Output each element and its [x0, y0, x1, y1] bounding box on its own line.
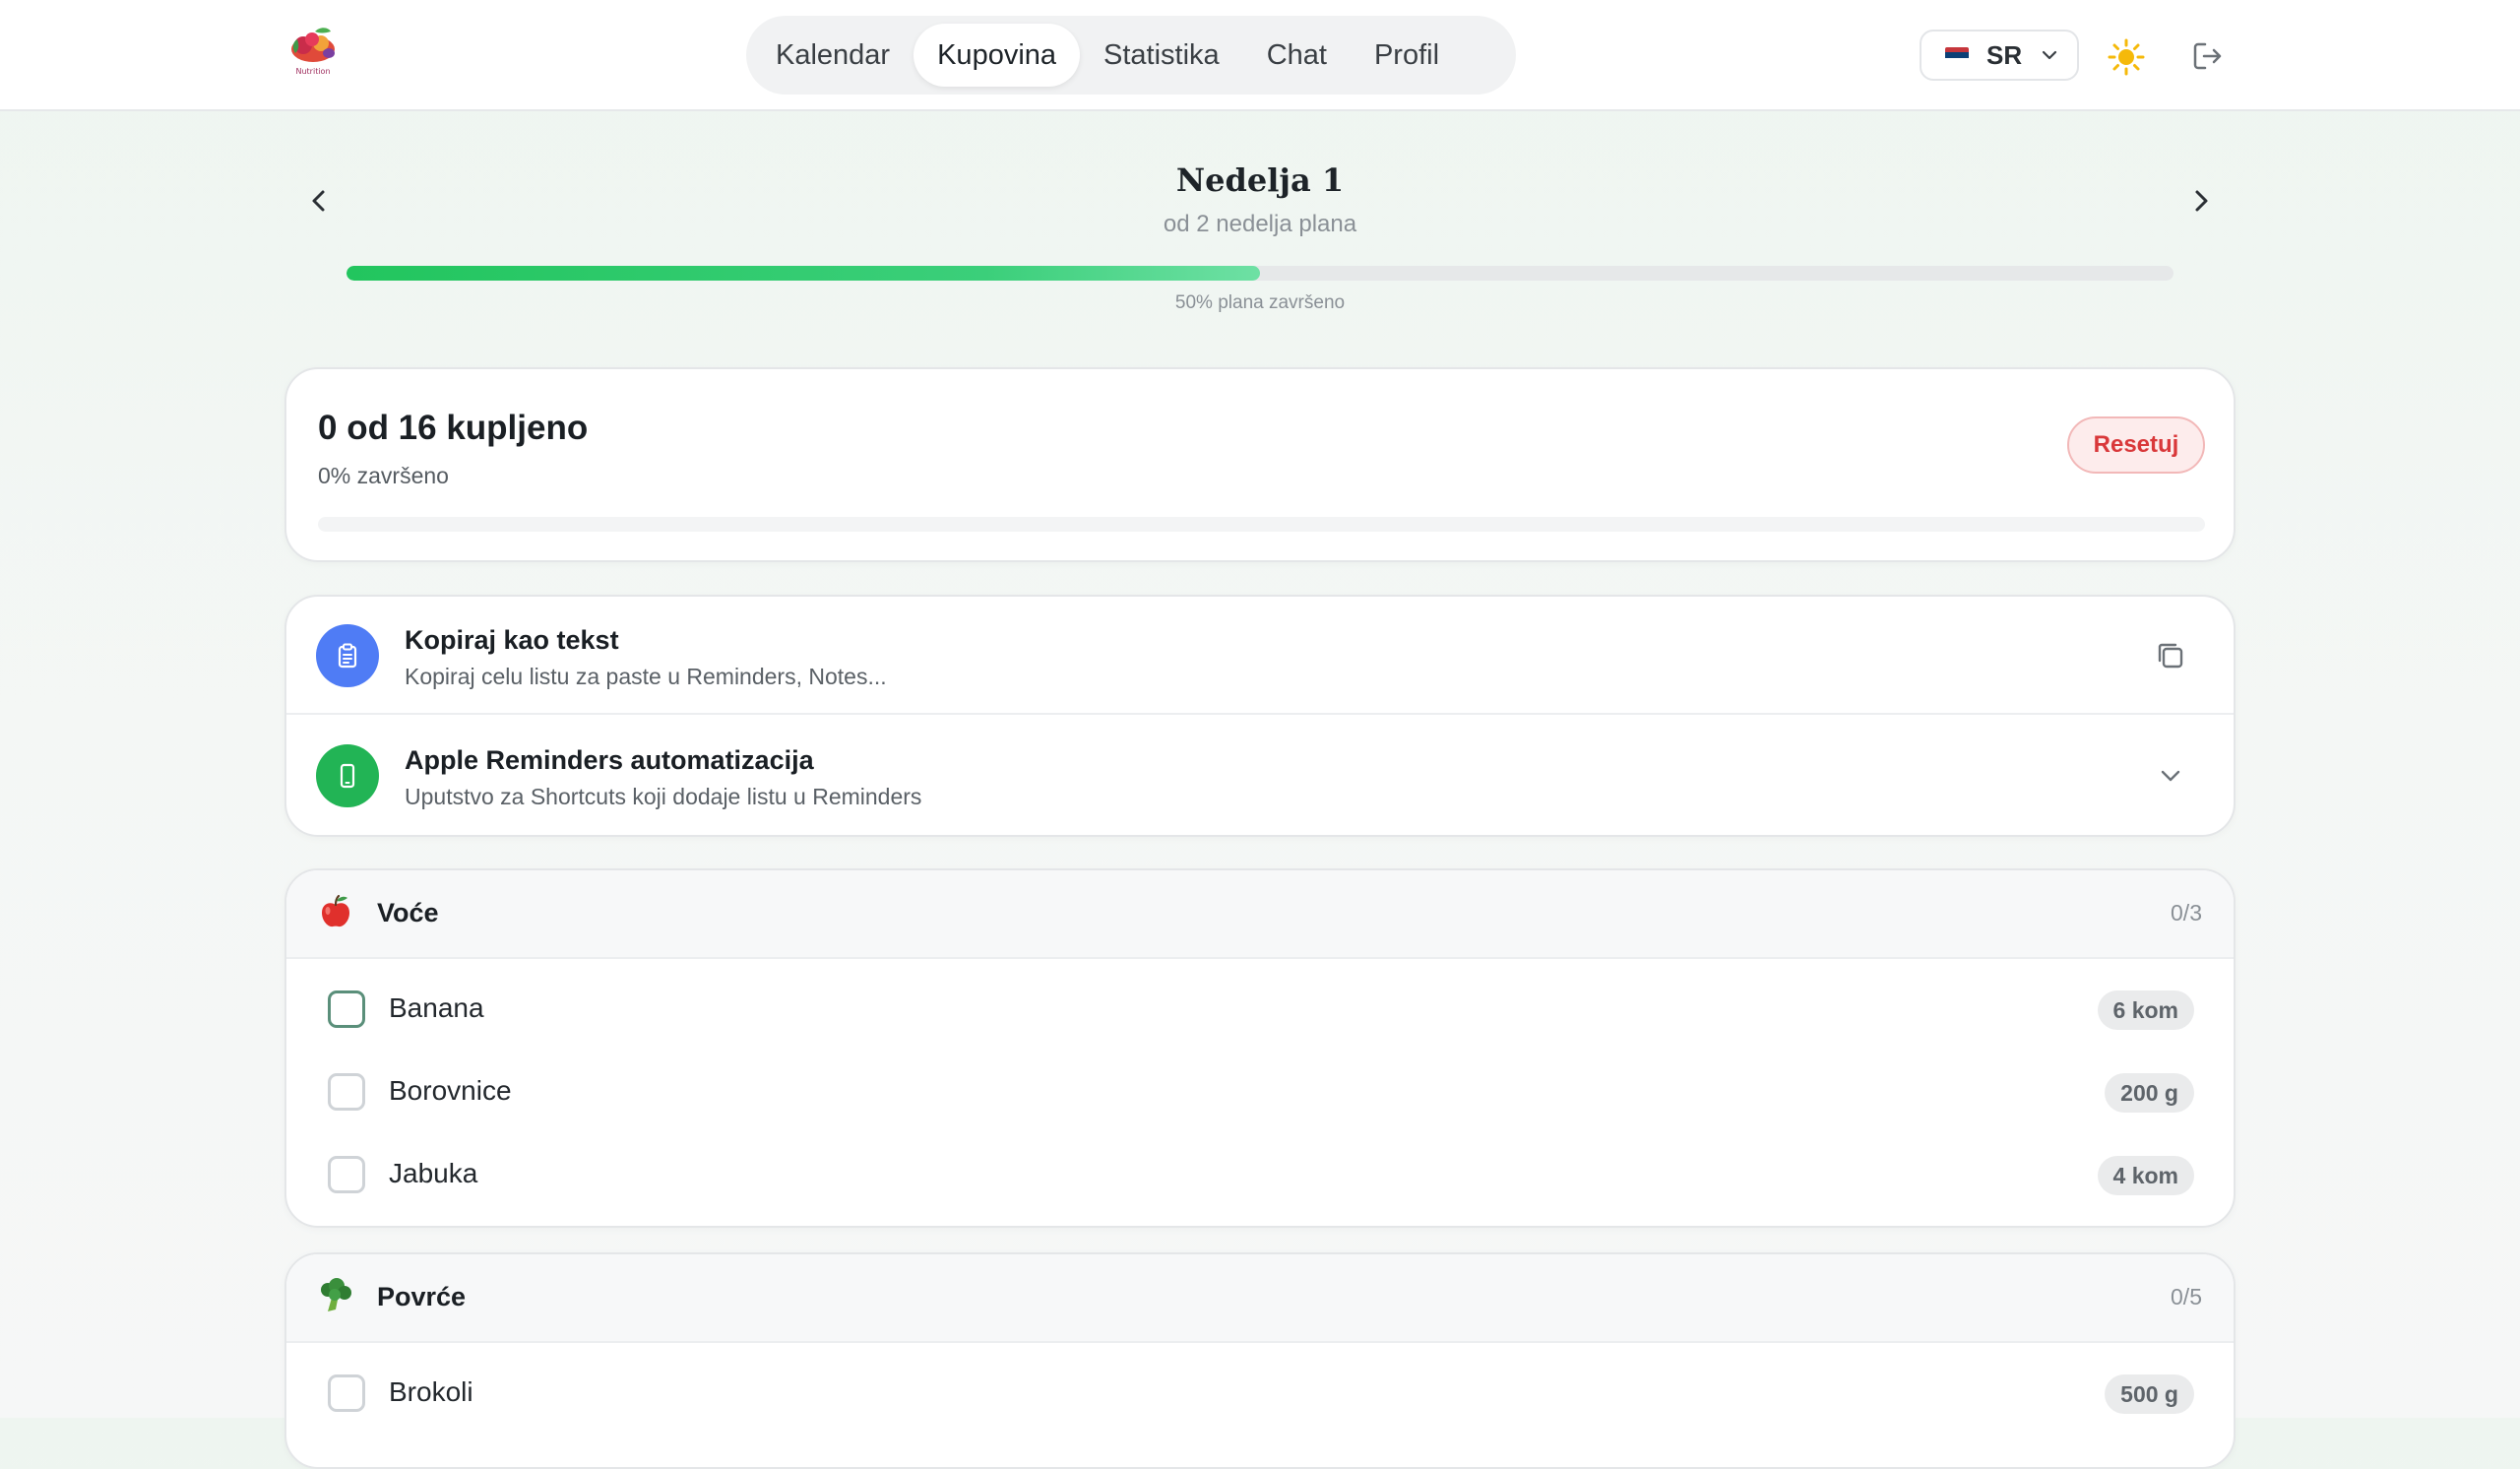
quantity-badge: 200 g	[2105, 1073, 2194, 1113]
plan-progress-label: 50% plana završeno	[1174, 292, 1346, 313]
category-header[interactable]: Povrće 0/5	[286, 1254, 2234, 1343]
previous-week-button[interactable]	[299, 181, 339, 221]
sun-icon	[2108, 38, 2145, 76]
language-code: SR	[1986, 39, 2023, 70]
list-item: Borovnice 200 g	[286, 1052, 2234, 1134]
item-name: Borovnice	[389, 1075, 512, 1106]
logout-button[interactable]	[2187, 35, 2229, 77]
top-bar: Nutrition Kalendar Kupovina Statistika C…	[0, 0, 2520, 111]
item-name: Brokoli	[389, 1376, 473, 1407]
category-name: Povrće	[377, 1282, 467, 1311]
chevron-right-icon	[2195, 190, 2208, 212]
quantity-badge: 6 kom	[2097, 990, 2194, 1030]
logo-text: Nutrition	[295, 67, 331, 76]
logout-icon	[2193, 42, 2222, 70]
theme-toggle-button[interactable]	[2105, 35, 2148, 79]
list-item: Jabuka 4 kom	[286, 1134, 2234, 1217]
action-title: Apple Reminders automatizacija	[405, 745, 814, 775]
app-logo[interactable]: Nutrition	[285, 26, 341, 77]
action-description: Uputstvo za Shortcuts koji dodaje listu …	[405, 784, 922, 809]
tab-kalendar[interactable]: Kalendar	[752, 24, 914, 87]
clipboard-icon	[316, 624, 379, 687]
tab-chat[interactable]: Chat	[1243, 24, 1351, 87]
logo-fruit-icon	[291, 28, 335, 62]
bought-count-title: 0 od 16 kupljeno	[318, 409, 589, 447]
quantity-badge: 500 g	[2105, 1374, 2194, 1414]
plan-progress-bar	[346, 266, 2174, 281]
broccoli-icon	[316, 1276, 355, 1315]
week-title: Nedelja 1	[1175, 161, 1345, 199]
main-nav: Kalendar Kupovina Statistika Chat Profil	[746, 16, 1516, 95]
item-checkbox[interactable]	[328, 990, 365, 1028]
item-name: Jabuka	[389, 1158, 478, 1188]
tab-kupovina[interactable]: Kupovina	[914, 24, 1081, 87]
item-checkbox[interactable]	[328, 1156, 365, 1193]
tab-statistika[interactable]: Statistika	[1080, 24, 1243, 87]
item-checkbox[interactable]	[328, 1374, 365, 1412]
apple-reminders-action[interactable]: Apple Reminders automatizacija Uputstvo …	[286, 717, 2234, 835]
category-card-povrce: Povrće 0/5 Brokoli 500 g	[284, 1252, 2236, 1469]
category-count: 0/3	[2171, 900, 2202, 926]
reset-button[interactable]: Resetuj	[2067, 416, 2205, 474]
chevron-left-icon	[312, 190, 325, 212]
item-checkbox[interactable]	[328, 1073, 365, 1111]
bought-percent-label: 0% završeno	[318, 463, 449, 488]
export-actions-card: Kopiraj kao tekst Kopiraj celu listu za …	[284, 595, 2236, 837]
copy-icon[interactable]	[2151, 636, 2190, 675]
item-name: Banana	[389, 992, 484, 1023]
tab-profil[interactable]: Profil	[1351, 24, 1463, 87]
copy-as-text-action[interactable]: Kopiraj kao tekst Kopiraj celu listu za …	[286, 597, 2234, 715]
serbia-flag-icon	[1945, 47, 1969, 63]
action-description: Kopiraj celu listu za paste u Reminders,…	[405, 664, 887, 689]
category-count: 0/5	[2171, 1284, 2202, 1309]
plan-progress-fill	[346, 266, 1260, 281]
purchase-progress-card: 0 od 16 kupljeno 0% završeno Resetuj	[284, 367, 2236, 562]
list-item: Banana 6 kom	[286, 969, 2234, 1052]
action-title: Kopiraj kao tekst	[405, 625, 619, 655]
category-header[interactable]: Voće 0/3	[286, 870, 2234, 959]
language-selector[interactable]: SR	[1920, 30, 2079, 81]
apple-icon	[316, 892, 355, 931]
phone-icon	[316, 744, 379, 807]
quantity-badge: 4 kom	[2097, 1156, 2194, 1195]
list-item: Brokoli 500 g	[286, 1353, 2234, 1436]
category-card-voce: Voće 0/3 Banana 6 kom Borovnice 200 g Ja…	[284, 868, 2236, 1228]
week-subtitle: od 2 nedelja plana	[1163, 211, 1357, 237]
category-name: Voće	[377, 898, 439, 927]
chevron-down-icon[interactable]	[2151, 756, 2190, 796]
purchase-progress-bar	[318, 517, 2205, 532]
chevron-down-icon	[2043, 50, 2057, 60]
next-week-button[interactable]	[2181, 181, 2221, 221]
